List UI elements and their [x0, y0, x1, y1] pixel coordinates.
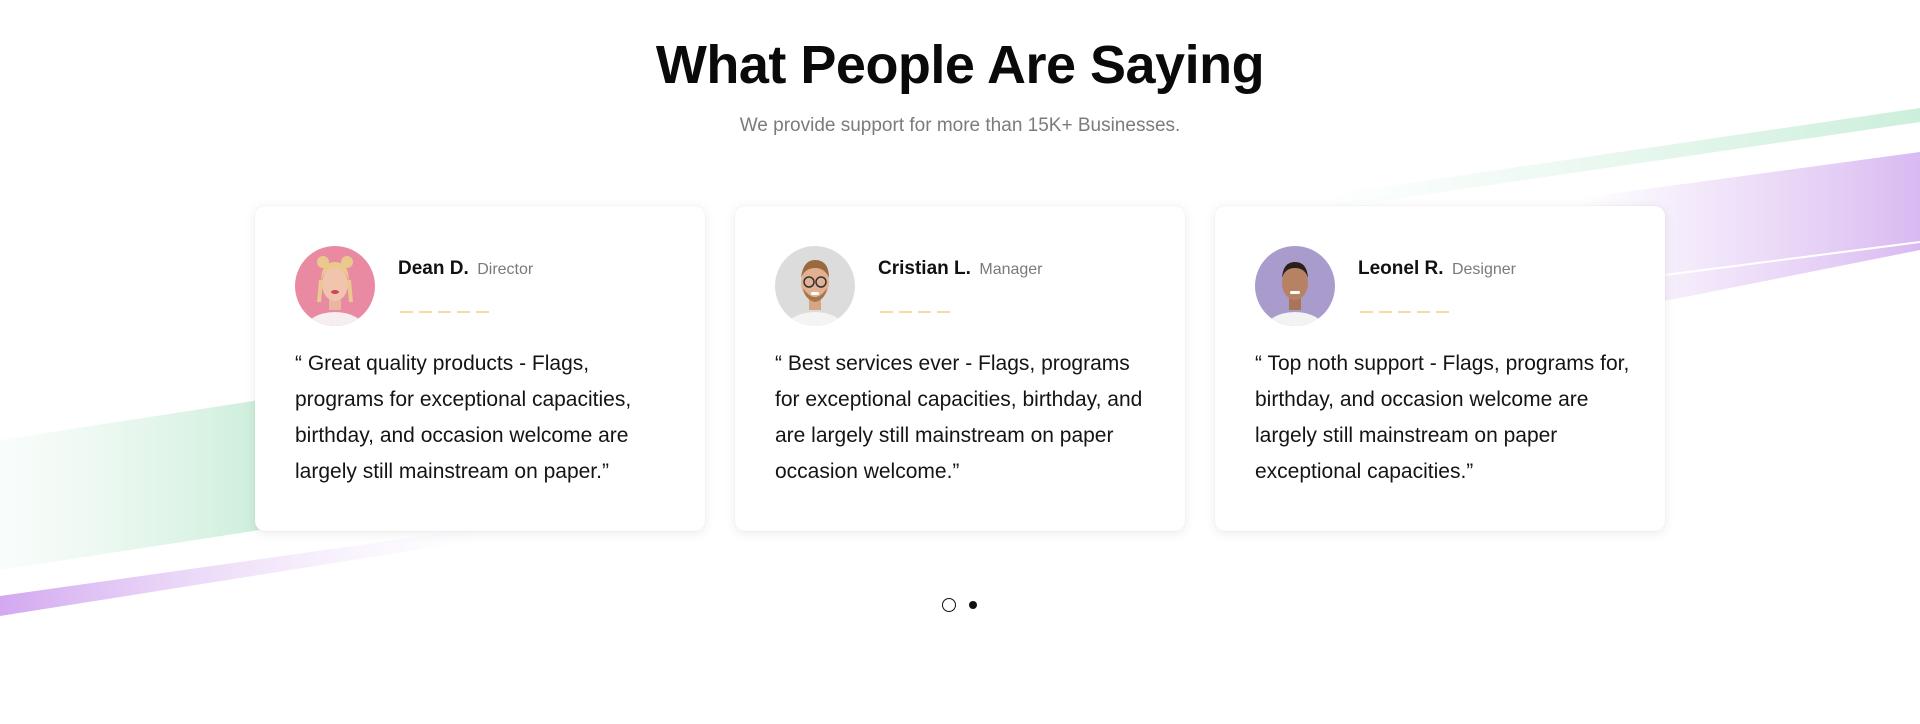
star-icon: [1417, 311, 1430, 313]
reviewer-role: Designer: [1451, 261, 1516, 278]
avatar-portrait-icon: [295, 246, 375, 326]
reviewer-name: Leonel R.: [1358, 258, 1444, 279]
testimonial-quote: “ Top noth support - Flags, programs for…: [1255, 352, 1630, 483]
star-rating: [1360, 311, 1455, 313]
star-icon: [937, 311, 950, 313]
avatar-portrait-icon: [775, 246, 855, 326]
star-icon: [918, 311, 931, 313]
reviewer-role: Manager: [979, 261, 1043, 278]
testimonial-card: Dean D. Director “ Great quality product…: [255, 206, 705, 531]
testimonial-quote: “ Best services ever - Flags, programs f…: [775, 352, 1143, 483]
testimonial-cards: Dean D. Director “ Great quality product…: [255, 206, 1665, 531]
star-icon: [457, 311, 470, 313]
avatar: [775, 246, 855, 326]
avatar: [1255, 246, 1335, 326]
reviewer-info: Leonel R. Designer: [1358, 258, 1516, 280]
testimonial-card: Leonel R. Designer “ Top noth support - …: [1215, 206, 1665, 531]
reviewer-name: Cristian L.: [878, 258, 971, 279]
reviewer-role: Director: [477, 261, 534, 278]
reviewer-name: Dean D.: [398, 258, 469, 279]
star-icon: [419, 311, 432, 313]
testimonial-card: Cristian L. Manager “ Best services ever…: [735, 206, 1185, 531]
star-icon: [438, 311, 451, 313]
reviewer-info: Dean D. Director: [398, 258, 533, 280]
testimonial-quote: “ Great quality products - Flags, progra…: [295, 352, 632, 483]
reviewer-info: Cristian L. Manager: [878, 258, 1043, 280]
star-rating: [880, 311, 956, 313]
star-rating: [400, 311, 495, 313]
section-title: What People Are Saying: [655, 35, 1265, 95]
section-subtitle: We provide support for more than 15K+ Bu…: [739, 115, 1181, 136]
star-icon: [899, 311, 912, 313]
star-icon: [1360, 311, 1373, 313]
star-icon: [400, 311, 413, 313]
star-icon: [1436, 311, 1449, 313]
avatar-portrait-icon: [1255, 246, 1335, 326]
carousel-dot-1[interactable]: [942, 598, 956, 612]
star-icon: [476, 311, 489, 313]
avatar: [295, 246, 375, 326]
star-icon: [1398, 311, 1411, 313]
carousel-dot-2-active[interactable]: [969, 601, 977, 609]
star-icon: [880, 311, 893, 313]
star-icon: [1379, 311, 1392, 313]
